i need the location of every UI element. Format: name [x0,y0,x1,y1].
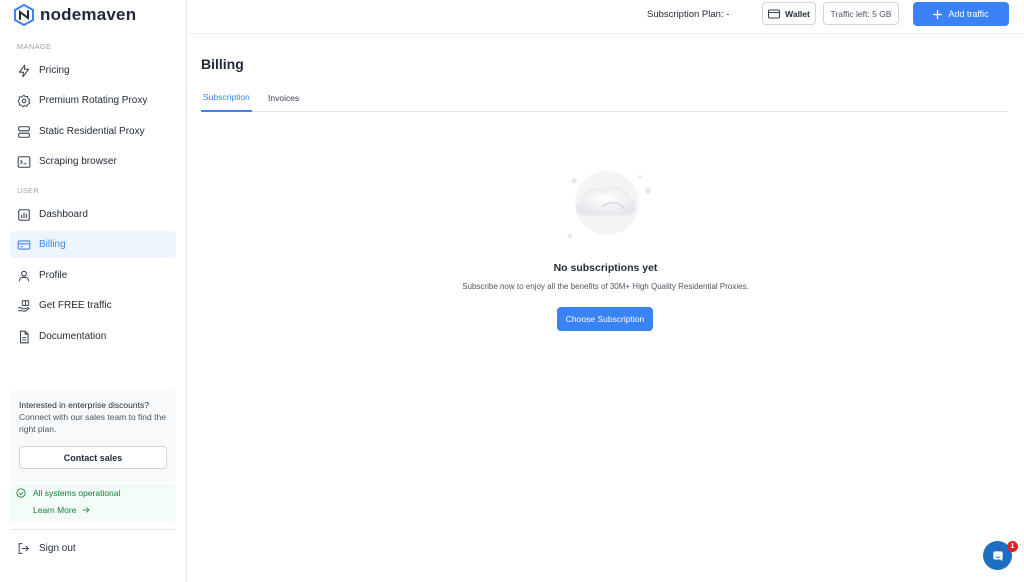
logout-icon [18,542,30,554]
plus-icon [933,9,943,19]
tab-label: Subscription [203,91,250,102]
sidebar-item-label: Premium Rotating Proxy [39,95,148,106]
sidebar-item-profile[interactable]: Profile [10,262,176,289]
brand-name-suffix: maven [81,5,137,24]
arrow-right-icon [83,507,90,513]
sign-out-button[interactable]: Sign out [10,537,176,559]
promo-text: Connect with our sales team to find the … [19,412,166,434]
bolt-icon [18,64,30,77]
sidebar-item-label: Pricing [39,65,70,76]
sidebar-item-pricing[interactable]: Pricing [10,57,176,84]
contact-sales-button[interactable]: Contact sales [19,446,167,469]
logo[interactable]: nodemaven [14,4,136,26]
learn-more-label: Learn More [33,505,77,515]
credit-card-icon [17,239,31,250]
learn-more-link[interactable]: Learn More [33,505,91,515]
status-text: All systems operational [33,488,121,498]
sidebar-item-documentation[interactable]: Documentation [10,323,176,350]
add-traffic-label: Add traffic [948,9,989,19]
enterprise-promo-card: Interested in enterprise discounts? Conn… [10,390,176,482]
check-circle-icon [16,488,26,498]
gear-icon [17,94,31,107]
gift-hand-icon [18,299,30,312]
bar-chart-icon [18,208,30,221]
section-label-user: USER [17,186,40,195]
wallet-button[interactable]: Wallet [762,2,816,25]
chat-notification-badge: 1 [1007,541,1018,552]
billing-tabs: Subscription Invoices [201,83,1008,112]
nodemaven-logo-icon [14,4,34,26]
sidebar-item-label: Get FREE traffic [39,300,112,311]
sidebar-item-label: Dashboard [39,209,88,220]
page-title: Billing [201,56,244,72]
sidebar-item-scraping-browser[interactable]: Scraping browser [10,148,176,175]
document-icon [19,330,29,343]
section-label-manage: MANAGE [17,42,52,51]
tab-subscription[interactable]: Subscription [201,83,252,112]
terminal-icon [17,155,31,168]
empty-state-subtitle: Subscribe now to enjoy all the benefits … [462,282,749,291]
sidebar-item-get-free-traffic[interactable]: Get FREE traffic [10,292,176,319]
sidebar-item-static-residential-proxy[interactable]: Static Residential Proxy [10,118,176,145]
brand-name: nodemaven [40,5,136,25]
sidebar-item-label: Documentation [39,331,107,342]
wallet-label: Wallet [785,8,810,19]
brand-name-prefix: node [40,5,82,24]
sidebar: nodemaven MANAGE Pricing Premium Rotatin… [0,0,187,582]
traffic-left-badge: Traffic left: 5 GB [823,2,899,25]
sidebar-item-label: Static Residential Proxy [39,126,145,137]
server-icon [18,125,30,138]
subscription-plan-text: Subscription Plan: - [647,9,730,20]
user-icon [18,270,30,281]
tab-invoices[interactable]: Invoices [268,83,299,112]
sidebar-item-dashboard[interactable]: Dashboard [10,201,176,228]
promo-title: Interested in enterprise discounts? [19,400,149,410]
status-row: All systems operational [16,488,120,498]
choose-subscription-button[interactable]: Choose Subscription [557,307,653,331]
cloud-icon [562,165,652,245]
add-traffic-button[interactable]: Add traffic [913,2,1009,26]
empty-state-title: No subscriptions yet [553,262,658,274]
sidebar-item-label: Billing [39,239,66,250]
top-bar: Subscription Plan: - Wallet Traffic left… [187,0,1024,34]
tab-label: Invoices [268,92,300,103]
chat-icon [992,550,1003,561]
sidebar-item-label: Scraping browser [39,156,117,167]
sidebar-item-label: Profile [39,270,68,281]
sidebar-divider [10,529,176,530]
system-status-card: All systems operational Learn More [10,484,176,522]
sidebar-item-premium-rotating-proxy[interactable]: Premium Rotating Proxy [10,87,176,114]
sign-out-label: Sign out [39,542,76,554]
wallet-icon [768,9,781,18]
sidebar-item-billing[interactable]: Billing [10,231,176,258]
